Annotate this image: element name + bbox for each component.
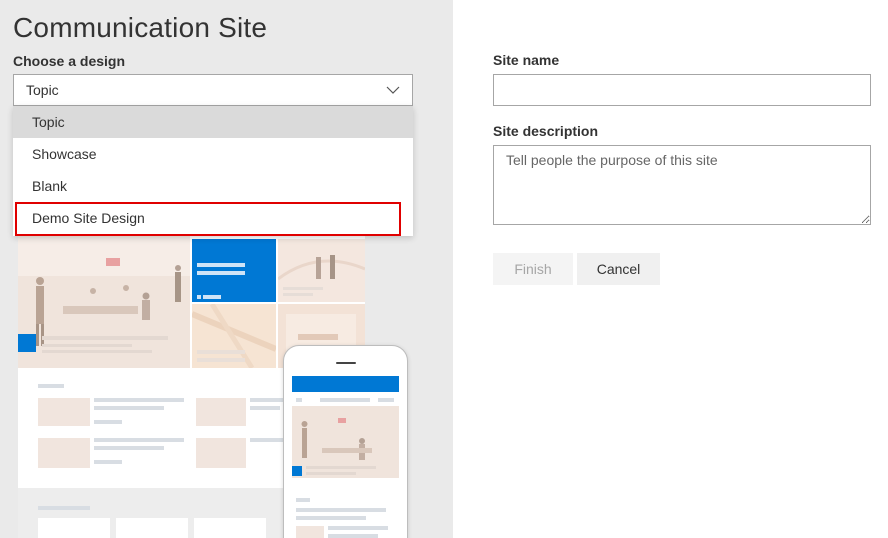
design-option-demo-site-design[interactable]: Demo Site Design [13,202,413,234]
preview-tile-ceiling [190,302,278,370]
phone-preview [283,345,408,538]
site-details-panel: Site name Site description Finish Cancel [453,0,888,538]
design-panel: Communication Site Choose a design Topic [0,0,453,538]
phone-screen [292,376,399,538]
design-label: Choose a design [13,53,126,69]
design-option-blank[interactable]: Blank [13,170,413,202]
design-option-showcase[interactable]: Showcase [13,138,413,170]
design-dropdown[interactable]: Topic [13,74,413,106]
office-photo-image [18,236,190,368]
site-name-label: Site name [493,52,560,68]
phone-photo-image [292,406,399,478]
site-description-label: Site description [493,123,599,139]
chevron-down-icon [386,86,400,94]
preview-thumb [38,438,90,468]
preview-tile-stairs [277,239,366,302]
preview-hero-photo [18,236,190,368]
design-option-topic[interactable]: Topic [13,106,413,138]
preview-thumb [38,398,90,426]
page-title: Communication Site [13,12,268,43]
design-dropdown-value: Topic [26,82,59,98]
site-name-input[interactable] [493,74,871,106]
phone-speaker [336,362,356,364]
cancel-button[interactable]: Cancel [577,253,660,285]
site-description-input[interactable] [493,145,871,225]
finish-button[interactable]: Finish [493,253,573,285]
design-dropdown-menu: Topic Showcase Blank Demo Site Design [13,106,413,236]
preview-thumb [196,438,246,468]
preview-thumb [196,398,246,426]
preview-blue-tile [192,239,276,302]
